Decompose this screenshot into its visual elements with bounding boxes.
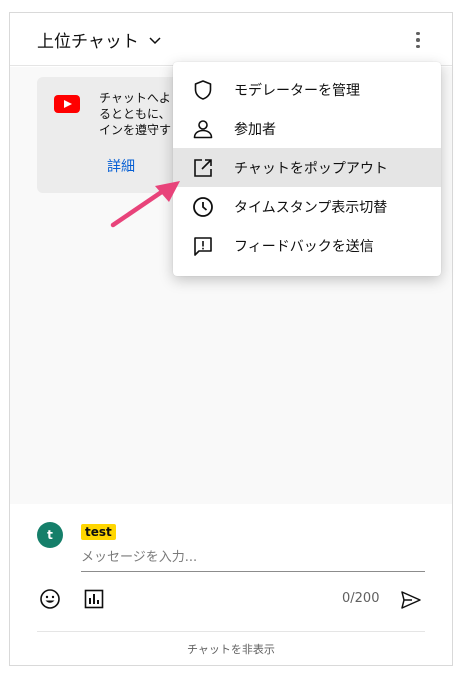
poll-icon[interactable] <box>82 587 106 611</box>
menu-item-label: フィードバックを送信 <box>234 238 374 255</box>
popout-icon <box>194 158 212 177</box>
menu-item-label: モデレーターを管理 <box>234 82 360 99</box>
chat-input-area: t test 0/200 チャットを非表示 <box>10 504 452 665</box>
shield-icon <box>194 79 212 100</box>
youtube-logo-icon <box>54 95 80 113</box>
menu-item-participants[interactable]: 参加者 <box>173 109 441 148</box>
clock-icon <box>193 196 213 217</box>
divider <box>37 631 425 632</box>
message-input[interactable] <box>81 544 425 572</box>
person-icon <box>193 119 213 138</box>
menu-item-label: タイムスタンプ表示切替 <box>234 199 388 216</box>
menu-item-popout-chat[interactable]: チャットをポップアウト <box>173 148 441 187</box>
feedback-icon <box>194 236 212 256</box>
chevron-down-icon <box>149 36 161 44</box>
menu-item-send-feedback[interactable]: フィードバックを送信 <box>173 226 441 265</box>
menu-item-manage-moderators[interactable]: モデレーターを管理 <box>173 70 441 109</box>
more-options-menu: モデレーターを管理 参加者 チャットをポップアウト タイムスタンプ表示切替 フィ… <box>173 62 441 276</box>
avatar: t <box>37 522 63 548</box>
menu-item-label: 参加者 <box>234 121 276 138</box>
learn-more-link[interactable]: 詳細 <box>107 156 135 176</box>
chat-mode-dropdown[interactable]: 上位チャット <box>37 27 162 52</box>
send-icon[interactable] <box>399 588 423 612</box>
chat-mode-label: 上位チャット <box>37 32 139 52</box>
menu-item-label: チャットをポップアウト <box>234 160 388 177</box>
character-counter: 0/200 <box>342 591 380 606</box>
annotation-arrow-icon <box>110 181 180 228</box>
more-options-icon[interactable] <box>406 26 430 54</box>
emoji-icon[interactable] <box>38 587 62 611</box>
hide-chat-button[interactable]: チャットを非表示 <box>10 641 452 657</box>
author-name-chip: test <box>81 524 116 540</box>
menu-item-toggle-timestamps[interactable]: タイムスタンプ表示切替 <box>173 187 441 226</box>
chat-header: 上位チャット <box>10 13 452 66</box>
